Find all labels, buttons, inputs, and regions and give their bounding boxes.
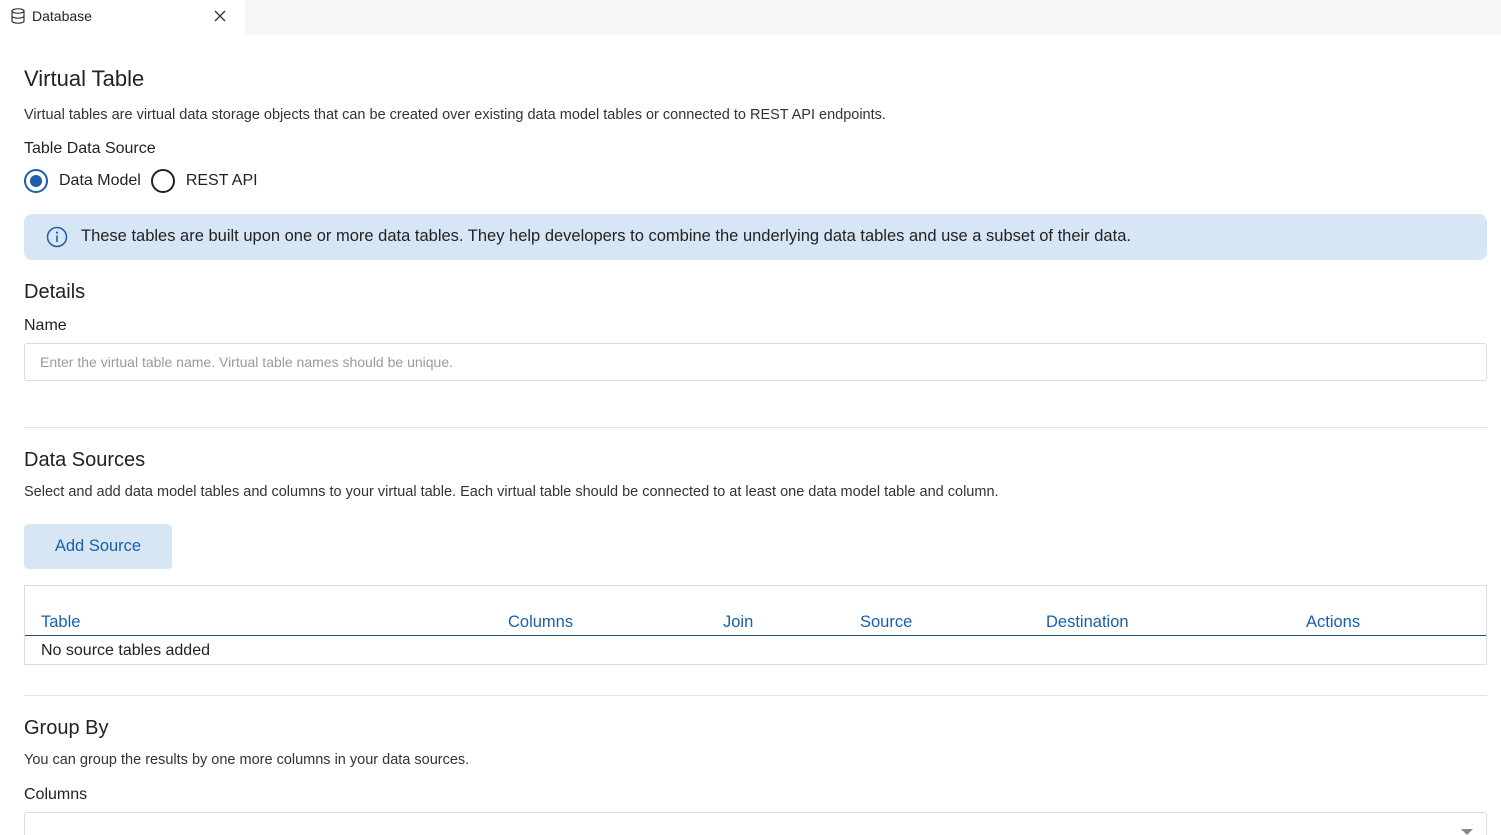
- details-heading: Details: [24, 281, 86, 303]
- radio-rest-api[interactable]: [150, 168, 175, 193]
- page-description: Virtual tables are virtual data storage …: [24, 107, 886, 123]
- divider: [24, 427, 1487, 428]
- group-by-columns-label: Columns: [24, 786, 88, 803]
- name-input[interactable]: [24, 343, 1487, 381]
- column-header-destination[interactable]: Destination: [1046, 613, 1129, 632]
- tab-label: Database: [32, 8, 92, 24]
- data-sources-heading: Data Sources: [24, 449, 146, 471]
- column-header-source[interactable]: Source: [860, 613, 912, 632]
- info-icon: [46, 226, 68, 248]
- page-title: Virtual Table: [24, 66, 145, 91]
- group-by-columns-select[interactable]: [24, 812, 1487, 835]
- column-header-columns[interactable]: Columns: [508, 613, 573, 632]
- column-header-table[interactable]: Table: [41, 613, 80, 632]
- radio-data-model-label[interactable]: Data Model: [59, 172, 141, 190]
- data-source-label: Table Data Source: [24, 140, 156, 157]
- divider: [24, 695, 1487, 696]
- radio-data-model[interactable]: [24, 168, 48, 193]
- radio-rest-api-label[interactable]: REST API: [186, 172, 258, 190]
- info-banner: These tables are built upon one or more …: [24, 214, 1487, 260]
- empty-table-message: No source tables added: [41, 642, 210, 659]
- group-by-description: You can group the results by one more co…: [24, 752, 470, 768]
- tab-bar: Database: [0, 0, 1501, 35]
- database-icon: [11, 8, 25, 24]
- group-by-heading: Group By: [24, 717, 109, 739]
- name-label: Name: [24, 317, 67, 334]
- table-header-row: Table Columns Join Source Destination Ac…: [25, 586, 1486, 636]
- info-banner-text: These tables are built upon one or more …: [81, 227, 1131, 245]
- sources-table: Table Columns Join Source Destination Ac…: [24, 585, 1487, 665]
- column-header-actions[interactable]: Actions: [1306, 613, 1360, 632]
- tab-database[interactable]: Database: [0, 0, 245, 35]
- add-source-button[interactable]: Add Source: [24, 524, 172, 569]
- chevron-down-icon: [1461, 829, 1473, 835]
- close-icon[interactable]: [212, 8, 228, 24]
- data-source-radio-group: Data Model REST API: [24, 168, 268, 193]
- column-header-join[interactable]: Join: [723, 613, 753, 632]
- data-sources-description: Select and add data model tables and col…: [24, 484, 999, 500]
